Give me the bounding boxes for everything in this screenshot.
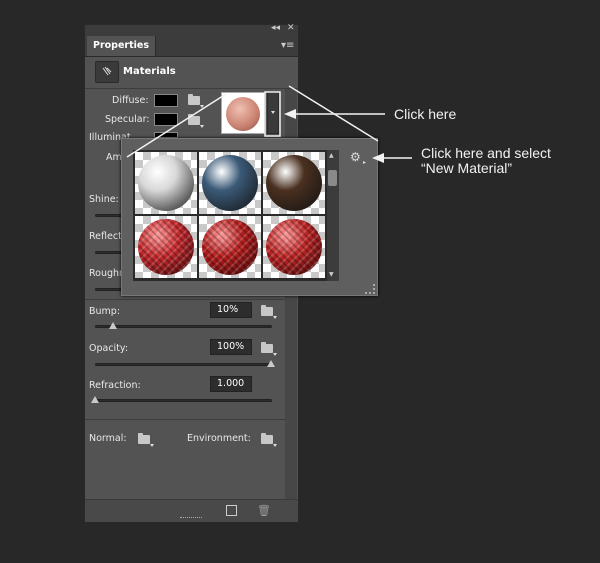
callout-line-left (126, 93, 227, 158)
click-here-arrowhead (284, 109, 296, 119)
gear-arrowhead (372, 153, 384, 163)
dropdown-highlight-box (264, 91, 281, 137)
new-material-annotation-line1: Click here and select (421, 145, 551, 161)
new-material-annotation-line2: “New Material” (421, 160, 513, 176)
click-here-annotation: Click here (394, 106, 457, 122)
annotation-overlay (126, 85, 412, 163)
